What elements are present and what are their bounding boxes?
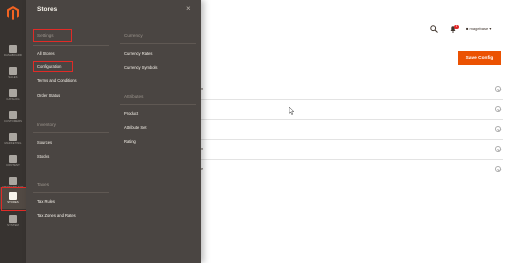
- notification-badge: 1: [454, 25, 459, 29]
- row-divider: [201, 99, 503, 100]
- menu-link-product[interactable]: Product: [124, 111, 138, 116]
- megaphone-icon: [9, 133, 17, 141]
- config-row-label: n: [201, 86, 204, 91]
- user-icon: ■: [466, 26, 469, 31]
- menu-link-attribute-set[interactable]: Attribute Set: [124, 125, 147, 130]
- mouse-cursor-icon: [289, 107, 295, 115]
- section-title-currency: Currency: [124, 33, 143, 38]
- person-icon: [9, 111, 17, 119]
- nav-item-system[interactable]: SYSTEM: [0, 210, 26, 232]
- user-menu[interactable]: ■ magebase ▾: [466, 26, 491, 31]
- expand-chevron-icon[interactable]: [495, 86, 501, 92]
- nav-item-marketing[interactable]: MARKETING: [0, 128, 26, 150]
- nav-item-dashboard[interactable]: DASHBOARD: [0, 40, 26, 62]
- menu-link-sources[interactable]: Sources: [37, 140, 52, 145]
- search-icon[interactable]: [430, 25, 438, 33]
- menu-link-tax-zones-and-rates[interactable]: Tax Zones and Rates: [37, 213, 76, 218]
- puzzle-icon: [9, 177, 17, 185]
- menu-link-currency-rates[interactable]: Currency Rates: [124, 51, 152, 56]
- section-divider: [120, 43, 196, 44]
- menu-link-rating[interactable]: Rating: [124, 139, 136, 144]
- nav-item-content[interactable]: CONTENT: [0, 150, 26, 172]
- section-divider: [33, 45, 109, 46]
- expand-chevron-icon[interactable]: [495, 126, 501, 132]
- menu-link-all-stores[interactable]: All Stores: [37, 51, 55, 56]
- config-row-label: n: [201, 146, 204, 151]
- layout-icon: [9, 155, 17, 163]
- main-content: 1 ■ magebase ▾ Save Config n n e: [201, 0, 512, 263]
- expand-chevron-icon[interactable]: [495, 166, 501, 172]
- nav-item-stores[interactable]: STORES: [0, 187, 27, 211]
- save-config-button[interactable]: Save Config: [458, 51, 501, 65]
- menu-link-currency-symbols[interactable]: Currency Symbols: [124, 65, 157, 70]
- nav-item-customers[interactable]: CUSTOMERS: [0, 106, 26, 128]
- dashboard-icon: [9, 45, 17, 53]
- menu-link-order-status[interactable]: Order Status: [37, 93, 60, 98]
- expand-chevron-icon[interactable]: [495, 146, 501, 152]
- section-title-taxes: Taxes: [37, 182, 49, 187]
- nav-item-catalog[interactable]: CATALOG: [0, 84, 26, 106]
- cube-icon: [9, 89, 17, 97]
- admin-sidebar: DASHBOARD SALES CATALOG CUSTOMERS MARKET…: [0, 0, 27, 263]
- menu-link-terms-and-conditions[interactable]: Terms and Conditions: [37, 78, 77, 83]
- row-divider: [201, 139, 503, 140]
- row-divider: [201, 119, 503, 120]
- expand-chevron-icon[interactable]: [495, 106, 501, 112]
- stores-flyout-menu: Stores × Settings All Stores Configurati…: [26, 0, 201, 263]
- magento-logo-icon[interactable]: [0, 0, 26, 26]
- store-icon: [9, 192, 17, 200]
- menu-link-configuration[interactable]: Configuration: [37, 64, 61, 69]
- section-title-settings: Settings: [37, 33, 54, 38]
- section-divider: [33, 192, 109, 193]
- close-icon[interactable]: ×: [186, 4, 191, 13]
- chevron-down-icon: ▾: [489, 26, 492, 31]
- menu-link-tax-rules[interactable]: Tax Rules: [37, 199, 55, 204]
- nav-item-sales[interactable]: SALES: [0, 62, 26, 84]
- gear-icon: [9, 215, 17, 223]
- flyout-title: Stores: [37, 6, 58, 13]
- menu-link-stocks[interactable]: Stocks: [37, 154, 49, 159]
- section-divider: [33, 132, 109, 133]
- section-divider: [120, 104, 196, 105]
- config-row-label: e: [201, 166, 204, 171]
- section-title-attributes: Attributes: [124, 94, 144, 99]
- row-divider: [201, 159, 503, 160]
- dollar-icon: [9, 67, 17, 75]
- section-title-inventory: Inventory: [37, 122, 56, 127]
